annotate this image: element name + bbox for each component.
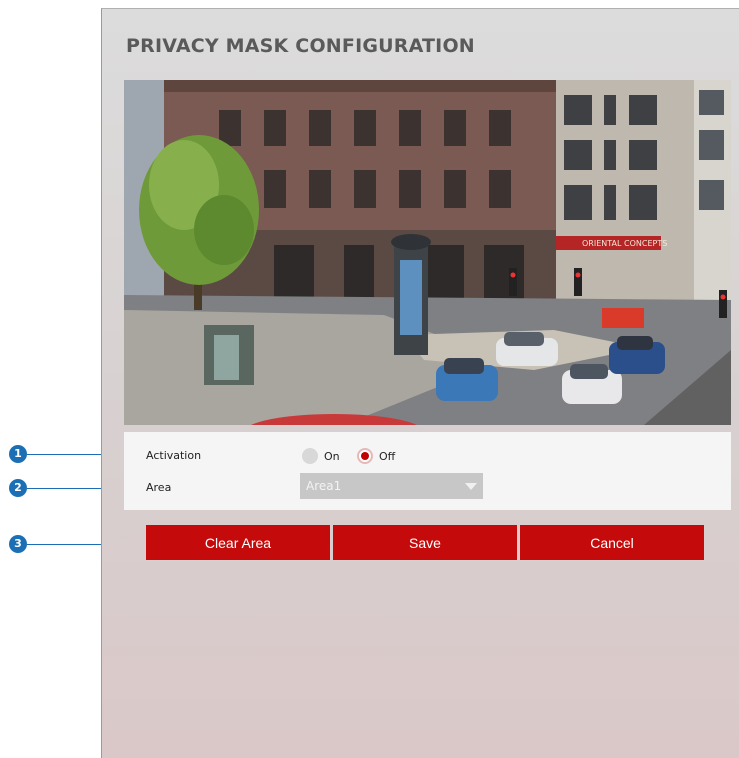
area-select-value: Area1 <box>306 479 342 493</box>
callout-3: 3 <box>9 535 27 553</box>
chevron-down-icon <box>465 483 477 490</box>
clear-area-button[interactable]: Clear Area <box>146 525 330 560</box>
camera-image: ORIENTAL CONCEPTS <box>124 80 731 425</box>
privacy-mask-panel: PRIVACY MASK CONFIGURATION ORIENTAL CONC… <box>101 8 739 758</box>
settings-box: Activation On Off Area Area1 <box>124 432 731 510</box>
page: 1 2 3 PRIVACY MASK CONFIGURATION ORIENTA… <box>0 0 739 758</box>
save-button[interactable]: Save <box>333 525 517 560</box>
cancel-button[interactable]: Cancel <box>520 525 704 560</box>
area-label: Area <box>146 481 172 494</box>
page-title: PRIVACY MASK CONFIGURATION <box>126 35 475 57</box>
storefront-sign: ORIENTAL CONCEPTS <box>582 239 667 248</box>
callout-1: 1 <box>9 445 27 463</box>
activation-on-label: On <box>324 450 340 463</box>
activation-label: Activation <box>146 449 202 462</box>
activation-on-radio[interactable] <box>302 448 318 464</box>
activation-off-label: Off <box>379 450 396 463</box>
area-select[interactable]: Area1 <box>300 473 483 499</box>
camera-view[interactable]: ORIENTAL CONCEPTS <box>124 80 731 425</box>
callout-2: 2 <box>9 479 27 497</box>
activation-off-radio[interactable] <box>357 448 373 464</box>
